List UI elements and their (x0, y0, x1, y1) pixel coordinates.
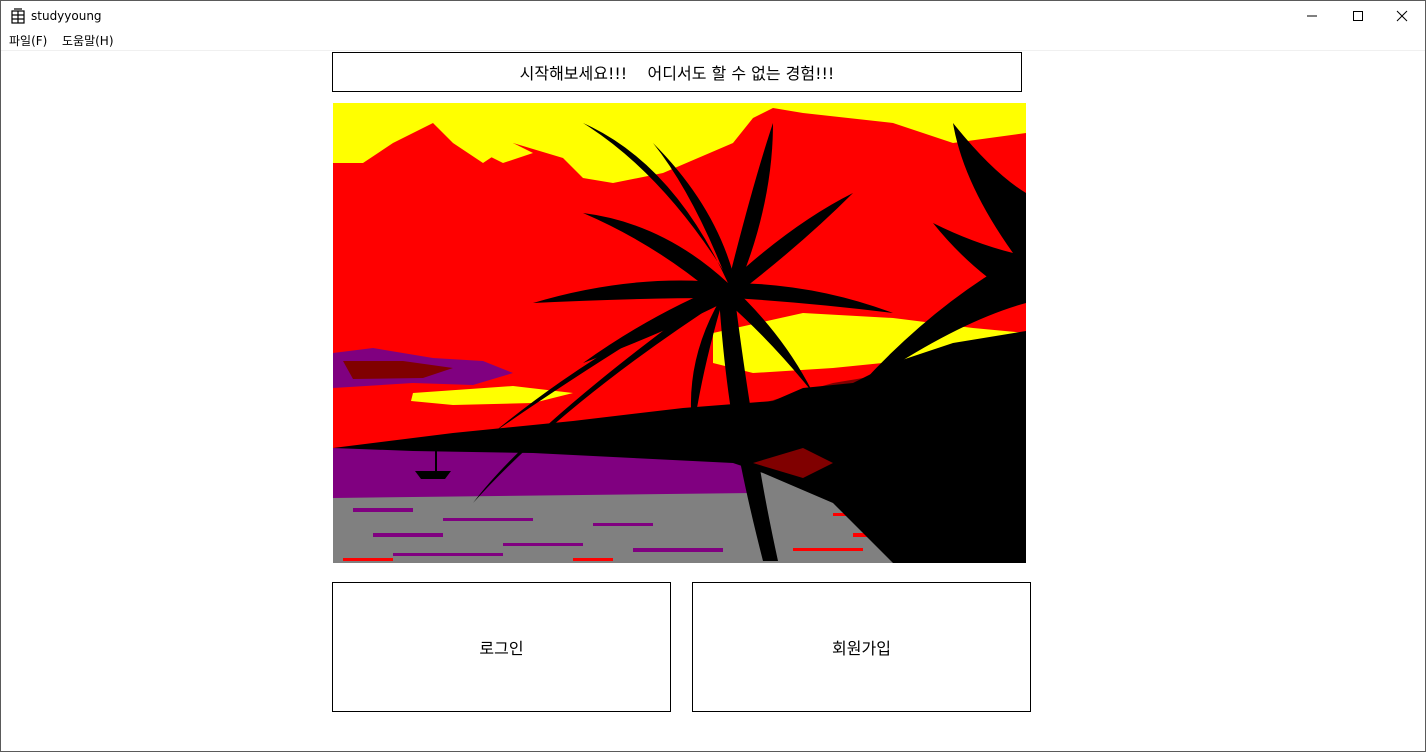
minimize-icon (1307, 15, 1317, 17)
window-title: studyyoung (31, 9, 102, 23)
palm-tree-sunset-image (333, 103, 1026, 563)
welcome-banner: 시작해보세요!!! 어디서도 할 수 없는 경험!!! (332, 52, 1022, 92)
minimize-button[interactable] (1289, 1, 1335, 31)
login-button[interactable]: 로그인 (332, 582, 671, 712)
app-window: studyyoung 파일(F) 도움말(H) 시작해보세요!!! 어디서도 할… (0, 0, 1426, 752)
menu-file[interactable]: 파일(F) (9, 33, 47, 49)
close-icon (1396, 10, 1408, 22)
menu-help[interactable]: 도움말(H) (62, 33, 114, 49)
close-button[interactable] (1379, 1, 1425, 31)
maximize-icon (1353, 11, 1363, 21)
maximize-button[interactable] (1335, 1, 1381, 31)
building-icon (10, 8, 26, 24)
signup-button[interactable]: 회원가입 (692, 582, 1031, 712)
title-bar[interactable]: studyyoung (1, 1, 1425, 31)
menu-bar: 파일(F) 도움말(H) (1, 31, 1425, 51)
